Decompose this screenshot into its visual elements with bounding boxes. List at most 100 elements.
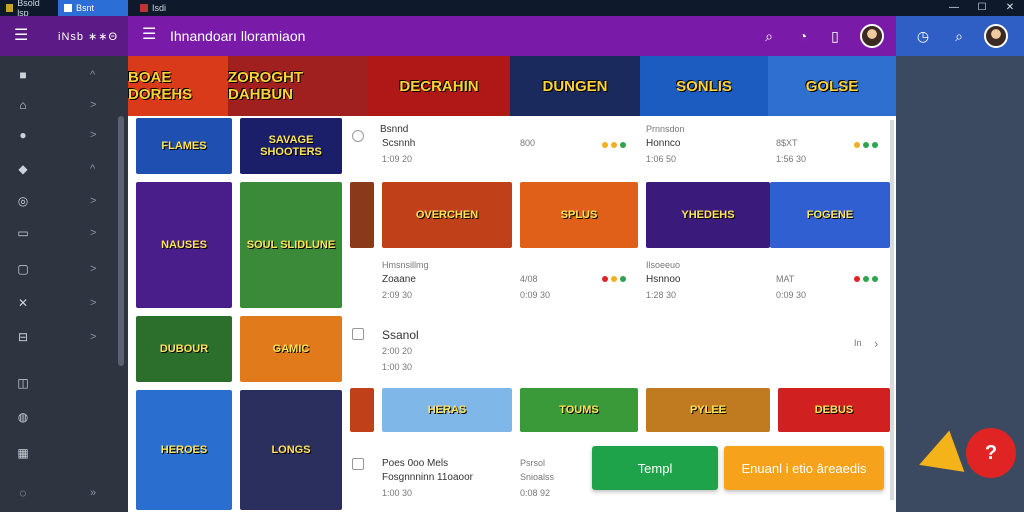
game-thumbnail[interactable]: LONGS	[240, 390, 342, 510]
chevron-right-icon[interactable]: ›	[874, 336, 878, 351]
featured-banner: BOAE DOREHS ZOROGHT DAHBUN DECRAHIN DUNG…	[128, 56, 896, 116]
game-thumbnail[interactable]	[350, 388, 374, 432]
game-title: Snioalss	[520, 472, 555, 482]
thumbnail-label: FLAMES	[161, 140, 207, 152]
thumbnail-label: TOUMS	[559, 404, 599, 416]
thumbnail-label: SOUL SLIDLUNE	[246, 239, 336, 251]
secondary-button[interactable]: Enuanl i etio âreaedis	[724, 446, 884, 490]
menu-icon[interactable]: ☰	[14, 28, 28, 44]
game-value: MAT	[776, 274, 795, 284]
game-thumbnail[interactable]: OVERCHEN	[382, 182, 512, 248]
help-button[interactable]: ?	[966, 428, 1016, 478]
os-tab[interactable]: Bsold lsp	[0, 0, 56, 18]
chevron-icon: »	[90, 487, 97, 499]
game-thumbnail[interactable]: PYLEE	[646, 388, 770, 432]
page-title: Ihnandoarı lloramiaon	[170, 28, 306, 44]
sidebar-item[interactable]: ⊟ >	[0, 322, 118, 352]
banner-tile[interactable]: ZOROGHT DAHBUN	[228, 56, 368, 116]
sidebar-item[interactable]: ◆ ^	[0, 154, 118, 184]
game-thumbnail[interactable]: DUBOUR	[136, 316, 232, 382]
home-icon: ⌂	[19, 98, 27, 112]
notification-icon[interactable]: ▯	[824, 25, 846, 47]
game-value: 8$XT	[776, 138, 798, 148]
thumbnail-label: LONGS	[271, 444, 311, 456]
sidebar-item[interactable]: ■ ^	[0, 60, 118, 90]
banner-tile[interactable]: GOLSE	[768, 56, 896, 116]
game-thumbnail[interactable]: SAVAGE SHOOTERS	[240, 118, 342, 174]
game-title: Zoaane	[382, 274, 416, 285]
rating-dots	[602, 142, 626, 148]
grid-icon	[352, 458, 364, 470]
game-date: 1:56 30	[776, 154, 807, 164]
os-titlebar: Bsold lsp Bsnt Isdi — ☐ ✕	[0, 0, 1024, 18]
rating-dots	[602, 276, 626, 282]
sidebar-item[interactable]: ▢ >	[0, 254, 118, 284]
sidebar-item[interactable]: ● >	[0, 120, 118, 150]
thumbnail-label: GAMIC	[272, 343, 310, 355]
game-title: Honnco	[646, 138, 681, 149]
app-icon	[64, 4, 72, 12]
thumbnail-label: SAVAGE SHOOTERS	[260, 134, 322, 158]
main-scrollbar[interactable]	[890, 120, 894, 500]
search-icon[interactable]: ⌕	[758, 25, 780, 47]
game-thumbnail[interactable]: HERAS	[382, 388, 512, 432]
game-category: Hmsnsillmg	[382, 260, 429, 270]
game-thumbnail[interactable]: DEBUS	[778, 388, 890, 432]
sidebar-item[interactable]: ◍	[0, 402, 118, 432]
game-category: Prnnsdon	[646, 124, 685, 134]
minimize-button[interactable]: —	[940, 0, 968, 16]
game-thumbnail[interactable]: YHEDEHS	[646, 182, 770, 248]
sidebar-item[interactable]: ⌂ >	[0, 90, 118, 120]
game-thumbnail[interactable]	[350, 182, 374, 248]
brand-label: iNsb ∗∗Θ	[58, 31, 119, 43]
thumbnail-label: DUBOUR	[159, 343, 209, 355]
app-icon	[140, 4, 148, 12]
tag-icon: ◆	[18, 162, 28, 176]
game-subtitle: Scsnnh	[382, 138, 416, 149]
info-icon: ●	[19, 128, 27, 142]
game-thumbnail[interactable]: TOUMS	[520, 388, 638, 432]
sidebar-item[interactable]: ◎ >	[0, 186, 118, 216]
sidebar-item[interactable]: ▭ >	[0, 218, 118, 248]
thumbnail-label: HEROES	[160, 444, 208, 456]
clock-icon	[352, 130, 364, 142]
banner-tile[interactable]: DECRAHIN	[368, 56, 510, 116]
os-tab-active[interactable]: Bsnt	[58, 0, 128, 16]
game-thumbnail[interactable]: FOGENE	[770, 182, 890, 248]
sidebar-item[interactable]: ▦	[0, 438, 118, 468]
game-thumbnail[interactable]: SPLUS	[520, 182, 638, 248]
clock-icon[interactable]: ◷	[912, 25, 934, 47]
sidebar-item[interactable]: ✕ >	[0, 288, 118, 318]
banner-tile[interactable]: SONLIS	[640, 56, 768, 116]
grid-icon: ▦	[17, 446, 29, 460]
game-thumbnail[interactable]: GAMIC	[240, 316, 342, 382]
primary-button[interactable]: Templ	[592, 446, 718, 490]
game-thumbnail[interactable]: NAUSES	[136, 182, 232, 308]
sidebar-scrollbar[interactable]	[118, 116, 124, 366]
maximize-button[interactable]: ☐	[968, 0, 996, 16]
bag-icon: ▢	[17, 262, 29, 276]
menu-icon[interactable]: ☰	[142, 27, 156, 43]
game-thumbnail[interactable]: FLAMES	[136, 118, 232, 174]
banner-tile[interactable]: DUNGEN	[510, 56, 640, 116]
banner-label: SONLIS	[676, 77, 732, 95]
thumbnail-label: HERAS	[427, 404, 467, 416]
banner-label: GOLSE	[805, 77, 859, 95]
sidebar-item[interactable]: ◫	[0, 368, 118, 398]
close-button[interactable]: ✕	[996, 0, 1024, 16]
avatar[interactable]	[860, 24, 884, 48]
banner-label: DECRAHIN	[399, 77, 479, 95]
chat-icon[interactable]: ◔	[792, 25, 814, 47]
game-title: Bsnnd	[380, 124, 409, 135]
target-icon: ◎	[17, 194, 29, 208]
game-category: Ilsoeeuo	[646, 260, 681, 270]
game-thumbnail[interactable]: SOUL SLIDLUNE	[240, 182, 342, 308]
banner-tile[interactable]: BOAE DOREHS	[128, 56, 228, 116]
search-icon[interactable]: ⌕	[948, 25, 970, 47]
os-tab[interactable]: Isdi	[134, 0, 194, 16]
game-date: 1:09 20	[382, 154, 413, 164]
game-category: Psrsol	[520, 458, 546, 468]
avatar[interactable]	[984, 24, 1008, 48]
game-thumbnail[interactable]: HEROES	[136, 390, 232, 510]
sidebar-item[interactable]: ◌»	[0, 478, 118, 508]
